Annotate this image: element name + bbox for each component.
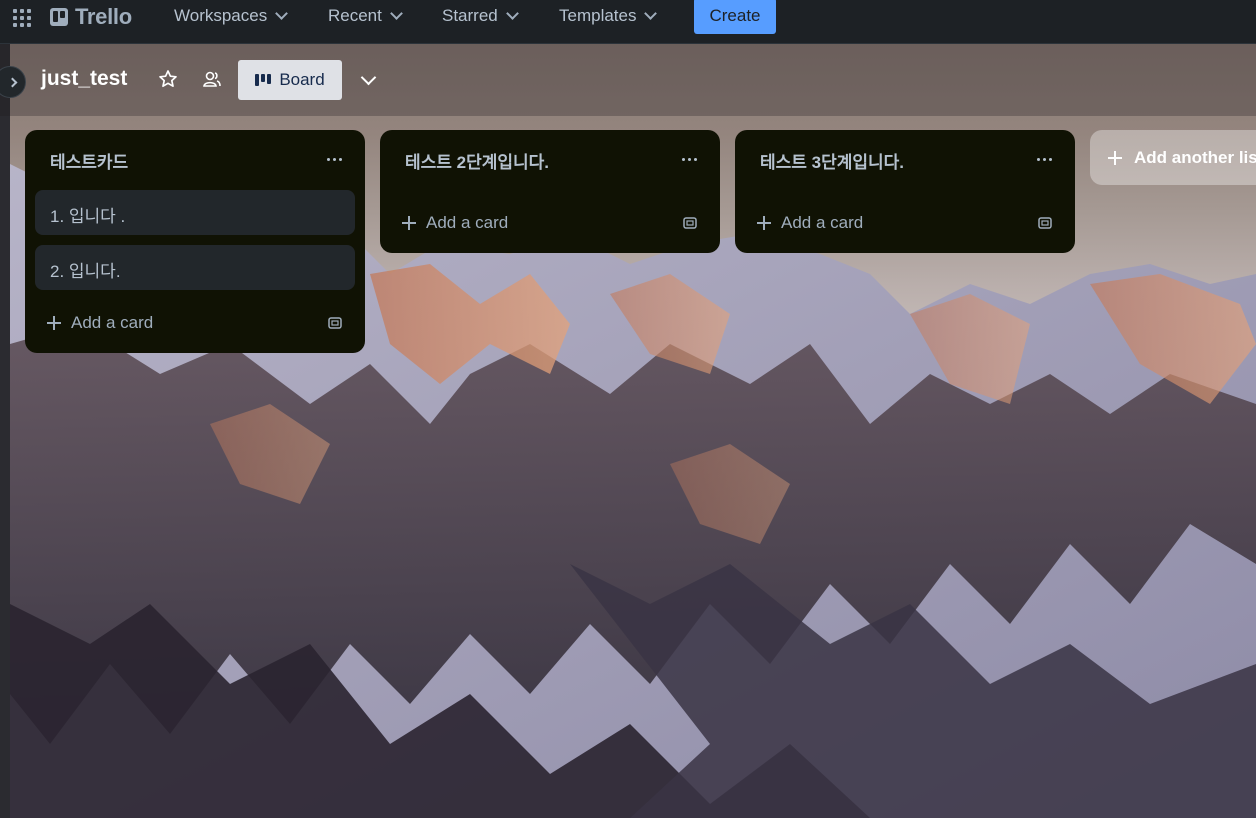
nav-workspaces[interactable]: Workspaces [174, 0, 289, 32]
chevron-down-icon [505, 7, 519, 20]
board-view-button[interactable]: Board [238, 60, 342, 100]
add-list-button[interactable]: Add another list [1090, 130, 1256, 185]
app-switcher-icon[interactable] [11, 7, 31, 27]
star-icon[interactable] [158, 69, 178, 89]
chevron-right-icon [7, 77, 17, 87]
list-title[interactable]: 테스트카드 [50, 148, 128, 173]
add-card-button[interactable]: Add a card [745, 205, 863, 241]
chevron-down-icon [275, 7, 289, 20]
sidebar-collapsed [0, 44, 10, 818]
list-more-icon[interactable] [1037, 150, 1055, 168]
board-view-icon [255, 74, 272, 86]
list-more-icon[interactable] [682, 150, 700, 168]
card[interactable]: 2. 입니다. [35, 245, 355, 290]
chevron-down-icon [390, 7, 403, 20]
list-column: 테스트 3단계입니다. Add a card [735, 130, 1075, 253]
list-column: 테스트카드 1. 입니다 . 2. 입니다. Add a card [25, 130, 365, 353]
plus-icon [757, 216, 771, 230]
card[interactable]: 1. 입니다 . [35, 190, 355, 235]
plus-icon [47, 316, 61, 330]
list-title[interactable]: 테스트 3단계입니다. [760, 148, 904, 173]
chevron-down-icon [360, 69, 376, 85]
nav-templates[interactable]: Templates [559, 0, 658, 32]
trello-logo[interactable]: Trello [50, 4, 132, 30]
nav-recent[interactable]: Recent [328, 0, 403, 32]
create-from-template-icon[interactable] [327, 315, 343, 331]
nav-starred[interactable]: Starred [442, 0, 519, 32]
trello-logo-icon [50, 8, 68, 26]
nav-starred-label: Starred [442, 6, 498, 25]
add-card-button[interactable]: Add a card [390, 205, 508, 241]
nav-workspaces-label: Workspaces [174, 6, 268, 25]
add-card-label: Add a card [71, 313, 154, 332]
plus-icon [1108, 150, 1122, 165]
workspace-visibility-icon[interactable] [202, 69, 222, 89]
board-header: just_test Board [0, 44, 1256, 116]
list-title[interactable]: 테스트 2단계입니다. [405, 148, 549, 173]
top-nav: Trello Workspaces Recent Starred Templat… [0, 0, 1256, 44]
app-name: Trello [75, 4, 132, 29]
board-view-label: Board [279, 70, 325, 89]
list-more-icon[interactable] [327, 150, 345, 168]
create-from-template-icon[interactable] [1037, 215, 1053, 231]
list-column: 테스트 2단계입니다. Add a card [380, 130, 720, 253]
add-card-label: Add a card [781, 213, 864, 232]
chevron-down-icon [644, 7, 658, 20]
create-from-template-icon[interactable] [682, 215, 698, 231]
nav-templates-label: Templates [559, 6, 637, 25]
create-button[interactable]: Create [694, 0, 776, 34]
board-title[interactable]: just_test [41, 67, 127, 91]
nav-recent-label: Recent [328, 6, 382, 25]
views-dropdown-button[interactable] [358, 69, 378, 90]
sidebar-expand-button[interactable] [0, 66, 26, 98]
add-list-label: Add another list [1134, 147, 1256, 167]
add-card-button[interactable]: Add a card [35, 305, 153, 341]
add-card-label: Add a card [426, 213, 509, 232]
plus-icon [402, 216, 416, 230]
